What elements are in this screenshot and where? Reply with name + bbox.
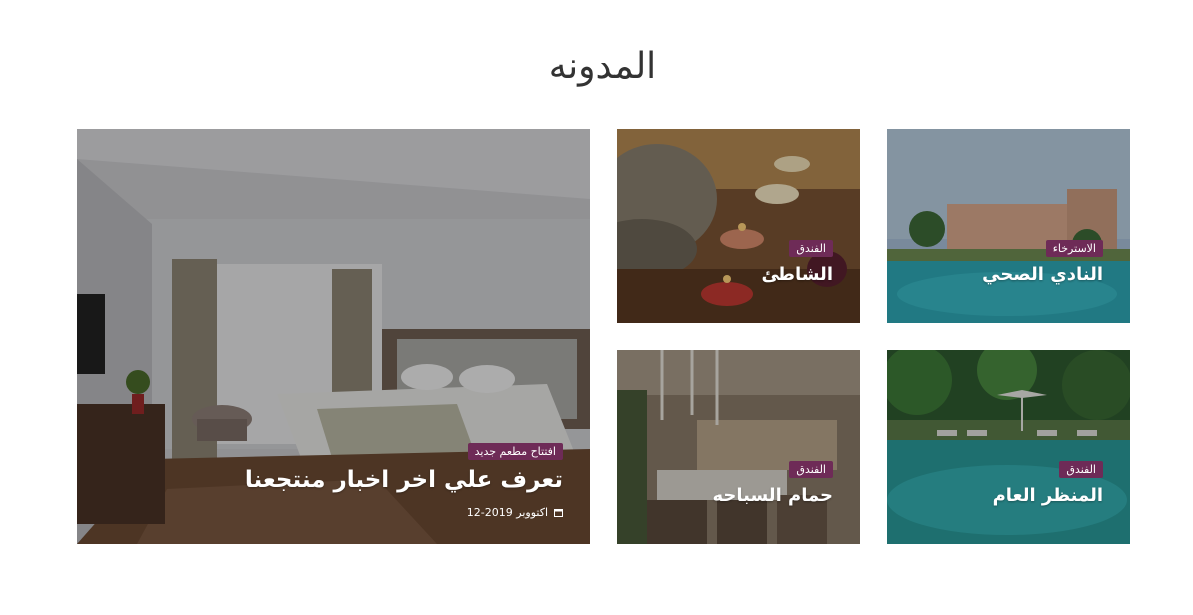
post-title[interactable]: تعرف علي اخر اخبار منتجعنا [245,467,563,493]
post-title[interactable]: النادي الصحي [982,264,1103,285]
category-badge[interactable]: الفندق [789,240,833,257]
category-badge[interactable]: الاسترخاء [1045,240,1103,257]
post-title[interactable]: حمام السباحه [713,485,834,506]
post-title[interactable]: المنظر العام [993,485,1103,506]
image-overlay [887,350,1130,544]
category-badge[interactable]: الفندق [1059,461,1103,478]
image-overlay [617,350,860,544]
category-badge[interactable]: افتتاح مطعم جديد [467,443,563,460]
blog-section: المدونه افتتاح مطعم جديد تعرف علي اخر اخ… [0,0,1193,615]
post-date-text: اكتووبر 2019-12 [466,506,548,519]
post-card-swimming-pool[interactable]: الفندق حمام السباحه [617,350,860,544]
calendar-icon [554,509,563,517]
post-card-spa-club[interactable]: الاسترخاء النادي الصحي [887,129,1130,323]
image-overlay [887,129,1130,323]
post-card-beach[interactable]: الفندق الشاطئ [617,129,860,323]
image-overlay [617,129,860,323]
post-date: اكتووبر 2019-12 [467,506,563,519]
post-card-general-view[interactable]: الفندق المنظر العام [887,350,1130,544]
post-title[interactable]: الشاطئ [762,264,833,285]
category-badge[interactable]: الفندق [789,461,833,478]
featured-post-card[interactable]: افتتاح مطعم جديد تعرف علي اخر اخبار منتج… [77,129,590,544]
section-title: المدونه [548,46,657,87]
